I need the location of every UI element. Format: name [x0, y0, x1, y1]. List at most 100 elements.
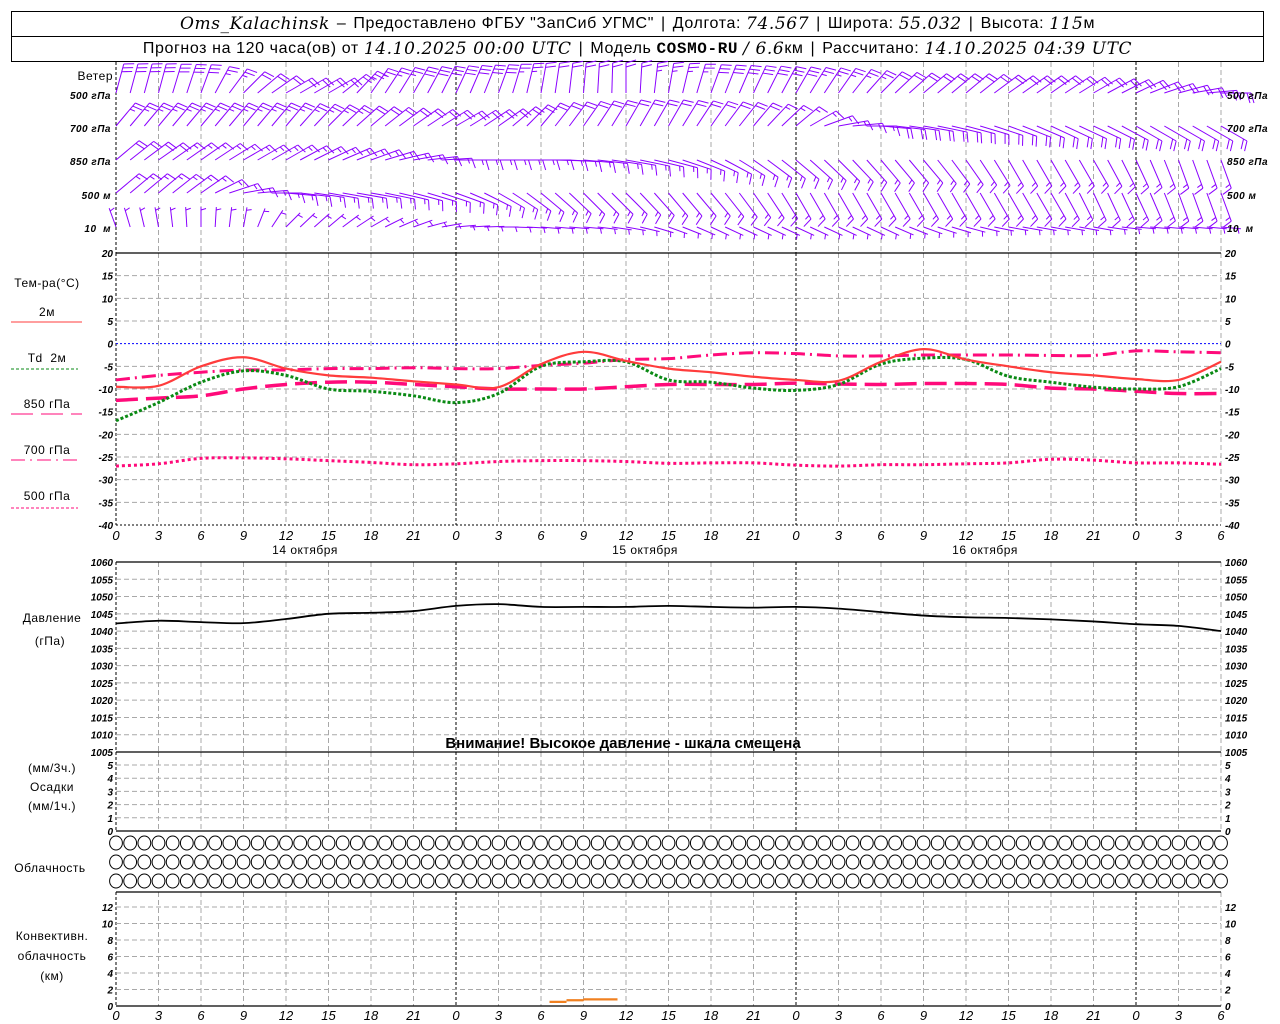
- wind-barb-flag: [508, 64, 520, 66]
- wind-barb-staff: [894, 192, 911, 220]
- wind-barb-flag: [231, 105, 242, 111]
- wind-barb-flag: [388, 67, 399, 73]
- wind-barb-flag: [810, 66, 822, 70]
- cloud-cover-circle: [987, 873, 1002, 889]
- temperature-tick: 15: [102, 272, 114, 283]
- wind-barb-half: [326, 215, 332, 219]
- wind-barb-staff: [951, 192, 968, 220]
- wind-barb-flag: [688, 66, 700, 69]
- wind-barb: [753, 192, 772, 227]
- cloud-cover-circle: [1185, 873, 1200, 889]
- wind-barb: [668, 99, 694, 127]
- wind-barb-staff: [370, 106, 395, 127]
- wind-barb-half: [1142, 216, 1148, 221]
- wind-barb-half: [764, 213, 769, 219]
- temperature-tick-right: 20: [1224, 249, 1237, 260]
- cloud-cover-circle: [1072, 854, 1087, 870]
- wind-barb: [526, 104, 558, 127]
- cloud-cover-circle: [704, 873, 718, 889]
- wind-barb-flag: [1045, 135, 1048, 147]
- cloud-cover-circle: [831, 835, 846, 851]
- wind-barb-flag: [794, 69, 805, 73]
- wind-barb-flag: [641, 64, 652, 68]
- wind-barb-half: [294, 146, 299, 151]
- wind-barb: [568, 60, 584, 94]
- x-tick-bottom: 9: [580, 1008, 587, 1023]
- wind-barb-staff: [129, 141, 155, 161]
- cloud-cover-circle: [619, 873, 633, 889]
- wind-barb-staff: [484, 109, 510, 127]
- wind-barb-flag: [492, 72, 503, 74]
- wind-barb-staff: [540, 63, 547, 94]
- wind-barb-flag: [135, 102, 146, 108]
- cloud-cover-circle: [959, 835, 973, 851]
- wind-barb-flag: [1173, 140, 1177, 152]
- wind-barb-flag: [560, 102, 571, 108]
- wind-barb-staff: [1050, 159, 1067, 187]
- wind-barb-staff: [1163, 159, 1176, 189]
- wind-barb-half: [467, 158, 471, 164]
- wind-barb-half: [739, 234, 742, 240]
- cloud-cover-circle: [505, 873, 520, 889]
- cloud-cover-circle: [406, 873, 421, 889]
- wind-barb: [696, 226, 716, 239]
- wind-barb-staff: [1036, 192, 1053, 220]
- wind-barb-flag: [211, 64, 222, 66]
- wind-barb-half: [813, 176, 817, 182]
- temperature-tick: -5: [104, 362, 113, 373]
- cloud-cover-circle: [548, 835, 563, 851]
- cloud-cover-circle: [874, 854, 888, 870]
- temperature-tick-right: -5: [1225, 362, 1234, 373]
- wind-barb-staff: [979, 74, 1005, 94]
- cloud-cover-circle: [1114, 854, 1129, 870]
- x-tick: 18: [704, 528, 719, 543]
- wind-barb-flag: [451, 72, 463, 76]
- cloud-cover-circle: [279, 854, 293, 870]
- wind-barb: [597, 60, 610, 94]
- cloud-cover-circle: [222, 835, 237, 851]
- wind-barb-staff: [1064, 159, 1081, 187]
- cloud-cover-circle: [859, 854, 874, 870]
- cloud-cover-circle: [179, 854, 194, 870]
- wind-barb-flag: [191, 102, 202, 108]
- wind-barb-flag: [227, 69, 238, 73]
- wind-barb: [186, 64, 207, 94]
- temperature-tick-right: -15: [1225, 408, 1240, 419]
- wind-barb-half: [614, 228, 616, 235]
- wind-barb-flag: [1030, 185, 1039, 194]
- wind-barb: [540, 61, 557, 94]
- cloud-cover-circle: [689, 854, 704, 870]
- cloud-cover-circle: [902, 854, 917, 870]
- wind-barb-flag: [599, 64, 610, 68]
- wind-barb: [739, 159, 766, 186]
- x-tick-bottom: 9: [240, 1008, 247, 1023]
- cloud-cover-circle: [888, 873, 903, 889]
- conv-tick-right: 8: [1225, 936, 1231, 947]
- wind-barb-flag: [132, 105, 143, 111]
- wind-barb-staff: [682, 192, 703, 217]
- cloud-cover-circle: [392, 873, 407, 889]
- cloud-cover-circle: [647, 854, 662, 870]
- pressure-tick: 1035: [91, 644, 114, 655]
- wind-barb-flag: [545, 65, 556, 68]
- wind-barb-half: [552, 159, 555, 166]
- wind-barb-flag: [163, 102, 174, 108]
- wind-barb-flag: [761, 175, 766, 186]
- wind-barb-staff: [441, 109, 468, 127]
- wind-barb-half: [628, 229, 630, 235]
- wind-barb-staff: [441, 65, 456, 94]
- wind-barb-staff: [1050, 75, 1076, 94]
- wind-barb-staff: [781, 159, 806, 179]
- wind-barb: [243, 207, 252, 228]
- wind-barb-half: [285, 108, 291, 112]
- wind-barb-half: [1223, 228, 1226, 234]
- cloud-cover-circle: [831, 854, 846, 870]
- wind-barb-staff: [1050, 125, 1079, 140]
- wind-barb-flag: [1169, 138, 1174, 150]
- wind-barb-flag: [719, 68, 731, 70]
- precip-tick: 0: [107, 827, 113, 838]
- wind-barb-half: [826, 177, 831, 183]
- cloud-cover-circle: [321, 835, 336, 851]
- cloud-cover-circle: [774, 873, 789, 889]
- wind-level-label: 700 гПа: [70, 124, 111, 135]
